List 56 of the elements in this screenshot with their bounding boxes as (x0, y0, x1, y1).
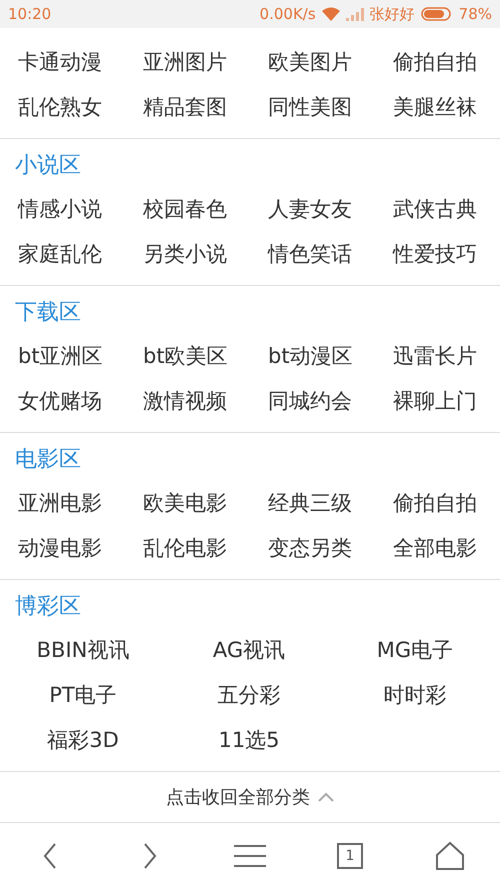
section-title: 下载区 (15, 299, 82, 327)
collapse-link[interactable]: 点击收回全部分类 (166, 785, 310, 809)
category-link[interactable]: 性爱技巧 (393, 232, 477, 277)
category-link[interactable]: 情感小说 (18, 187, 102, 232)
chevron-up-icon (318, 792, 334, 802)
category-link[interactable]: 时时彩 (384, 673, 446, 718)
category-link[interactable]: 人妻女友 (268, 187, 352, 232)
category-link[interactable]: 校园春色 (143, 187, 227, 232)
category-link[interactable]: 乱伦电影 (143, 526, 227, 571)
category-link[interactable]: AG视讯 (212, 628, 286, 673)
category-link[interactable]: 动漫电影 (18, 526, 102, 571)
carrier-name: 张好好 (370, 4, 415, 24)
category-link[interactable]: 精品套图 (143, 85, 227, 130)
category-link[interactable]: bt动漫区 (268, 334, 353, 379)
category-link[interactable]: 全部电影 (393, 526, 477, 571)
category-link[interactable]: 变态另类 (268, 526, 352, 571)
battery-percent: 78% (458, 5, 492, 23)
category-link[interactable]: 同城约会 (268, 379, 352, 424)
category-link[interactable]: 迅雷长片 (393, 334, 477, 379)
category-link[interactable]: BBIN视讯 (36, 628, 130, 673)
category-link[interactable]: 欧美电影 (143, 481, 227, 526)
category-link[interactable]: 经典三级 (268, 481, 352, 526)
battery-icon (420, 7, 453, 21)
signal-icon (346, 7, 364, 21)
section-title: 博彩区 (15, 593, 82, 621)
home-icon[interactable] (435, 841, 465, 871)
menu-icon[interactable] (234, 843, 266, 869)
category-link[interactable]: 情色笑话 (268, 232, 352, 277)
category-link[interactable]: 欧美图片 (268, 40, 352, 85)
category-link[interactable]: 同性美图 (268, 85, 352, 130)
clock: 10:20 (8, 5, 52, 23)
network-speed: 0.00K/s (260, 5, 316, 23)
category-link[interactable]: 女优赌场 (18, 379, 102, 424)
category-link[interactable]: 武侠古典 (393, 187, 477, 232)
category-link[interactable]: 偷拍自拍 (393, 481, 477, 526)
category-link[interactable]: 亚洲电影 (18, 481, 102, 526)
category-link[interactable]: 亚洲图片 (143, 40, 227, 85)
category-link[interactable]: 家庭乱伦 (18, 232, 102, 277)
category-link[interactable]: 乱伦熟女 (18, 85, 102, 130)
category-link[interactable]: 裸聊上门 (393, 379, 477, 424)
category-link[interactable]: 五分彩 (218, 673, 280, 718)
section-title: 电影区 (15, 446, 82, 474)
section-title: 小说区 (15, 152, 82, 180)
wifi-icon (322, 7, 340, 21)
category-link[interactable]: PT电子 (49, 673, 117, 718)
category-link[interactable]: 偷拍自拍 (393, 40, 477, 85)
category-link[interactable]: 另类小说 (143, 232, 227, 277)
category-link[interactable]: 福彩3D (47, 718, 119, 763)
category-link[interactable]: 11选5 (218, 718, 280, 763)
category-link[interactable]: bt亚洲区 (18, 334, 103, 379)
category-link[interactable]: 美腿丝袜 (393, 85, 477, 130)
category-link[interactable]: 卡通动漫 (18, 40, 102, 85)
tabs-button[interactable]: 1 (337, 843, 363, 869)
category-link[interactable]: 激情视频 (143, 379, 227, 424)
category-link[interactable]: bt欧美区 (143, 334, 228, 379)
category-link[interactable]: MG电子 (376, 628, 454, 673)
